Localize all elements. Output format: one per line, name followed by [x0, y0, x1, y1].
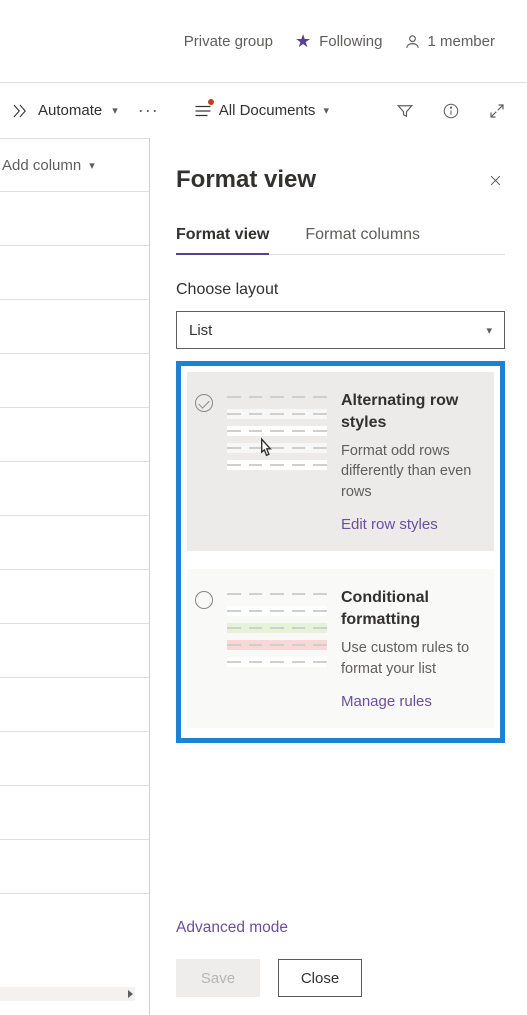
automate-label: Automate	[38, 102, 102, 119]
arrow-right-icon	[128, 990, 133, 998]
panel-tabs: Format view Format columns	[176, 226, 505, 255]
chevron-down-icon: ▾	[486, 324, 492, 337]
radio-alternating-rows[interactable]	[195, 394, 213, 412]
list-row[interactable]	[0, 570, 149, 624]
format-options-highlight: Alternating row styles Format odd rows d…	[176, 361, 505, 743]
list-row[interactable]	[0, 732, 149, 786]
automate-button[interactable]: Automate ▾	[10, 101, 118, 121]
chevron-down-icon: ▾	[323, 104, 329, 117]
option-alternating-rows[interactable]: Alternating row styles Format odd rows d…	[187, 372, 494, 551]
tab-format-view[interactable]: Format view	[176, 226, 269, 254]
list-row[interactable]	[0, 678, 149, 732]
following-label: Following	[319, 33, 382, 50]
close-button[interactable]: Close	[278, 959, 362, 997]
list-rows	[0, 192, 149, 894]
overflow-button[interactable]: ···	[138, 100, 159, 121]
list-row[interactable]	[0, 408, 149, 462]
layout-dropdown[interactable]: List ▾	[176, 311, 505, 349]
following-group[interactable]: ★ Following	[295, 32, 383, 50]
layout-selected-value: List	[189, 322, 212, 339]
members-group[interactable]: 1 member	[404, 33, 495, 50]
panel-footer: Save Close	[176, 959, 505, 1003]
chevron-down-icon: ▾	[112, 104, 118, 117]
close-icon[interactable]	[485, 170, 505, 190]
list-icon	[193, 101, 213, 121]
option-title: Alternating row styles	[341, 390, 482, 433]
format-view-panel: Format view Format view Format columns C…	[149, 138, 527, 1015]
view-name: All Documents	[219, 102, 316, 119]
alternating-rows-thumb	[227, 392, 327, 470]
edit-row-styles-link[interactable]: Edit row styles	[341, 516, 482, 533]
list-row[interactable]	[0, 246, 149, 300]
list-row[interactable]	[0, 354, 149, 408]
add-column-label: Add column	[2, 157, 81, 174]
filter-icon[interactable]	[395, 101, 415, 121]
chevron-down-icon: ▾	[89, 159, 95, 172]
choose-layout-label: Choose layout	[176, 281, 505, 299]
save-button[interactable]: Save	[176, 959, 260, 997]
list-row[interactable]	[0, 516, 149, 570]
manage-rules-link[interactable]: Manage rules	[341, 693, 482, 710]
list-content-area: Add column ▾	[0, 138, 149, 1015]
tab-format-columns[interactable]: Format columns	[305, 226, 420, 254]
option-description: Format odd rows differently than even ro…	[341, 441, 482, 502]
radio-conditional-formatting[interactable]	[195, 591, 213, 609]
advanced-mode-link[interactable]: Advanced mode	[176, 919, 505, 937]
option-conditional-formatting[interactable]: Conditional formatting Use custom rules …	[187, 569, 494, 728]
horizontal-scrollbar[interactable]	[0, 987, 135, 1001]
info-icon[interactable]	[441, 101, 461, 121]
list-row[interactable]	[0, 786, 149, 840]
list-row[interactable]	[0, 624, 149, 678]
list-row[interactable]	[0, 300, 149, 354]
add-column-header[interactable]: Add column ▾	[0, 138, 149, 192]
panel-title: Format view	[176, 166, 316, 194]
members-label: 1 member	[427, 33, 495, 50]
list-row[interactable]	[0, 462, 149, 516]
star-icon: ★	[295, 32, 311, 50]
option-description: Use custom rules to format your list	[341, 638, 482, 679]
site-privacy-label: Private group	[184, 33, 273, 50]
flow-icon	[10, 101, 30, 121]
option-title: Conditional formatting	[341, 587, 482, 630]
conditional-formatting-thumb	[227, 589, 327, 667]
expand-icon[interactable]	[487, 101, 507, 121]
list-row[interactable]	[0, 192, 149, 246]
command-bar: Automate ▾ ··· All Documents ▾	[0, 82, 527, 138]
person-icon	[404, 33, 421, 50]
view-selector[interactable]: All Documents ▾	[193, 101, 329, 121]
list-row[interactable]	[0, 840, 149, 894]
